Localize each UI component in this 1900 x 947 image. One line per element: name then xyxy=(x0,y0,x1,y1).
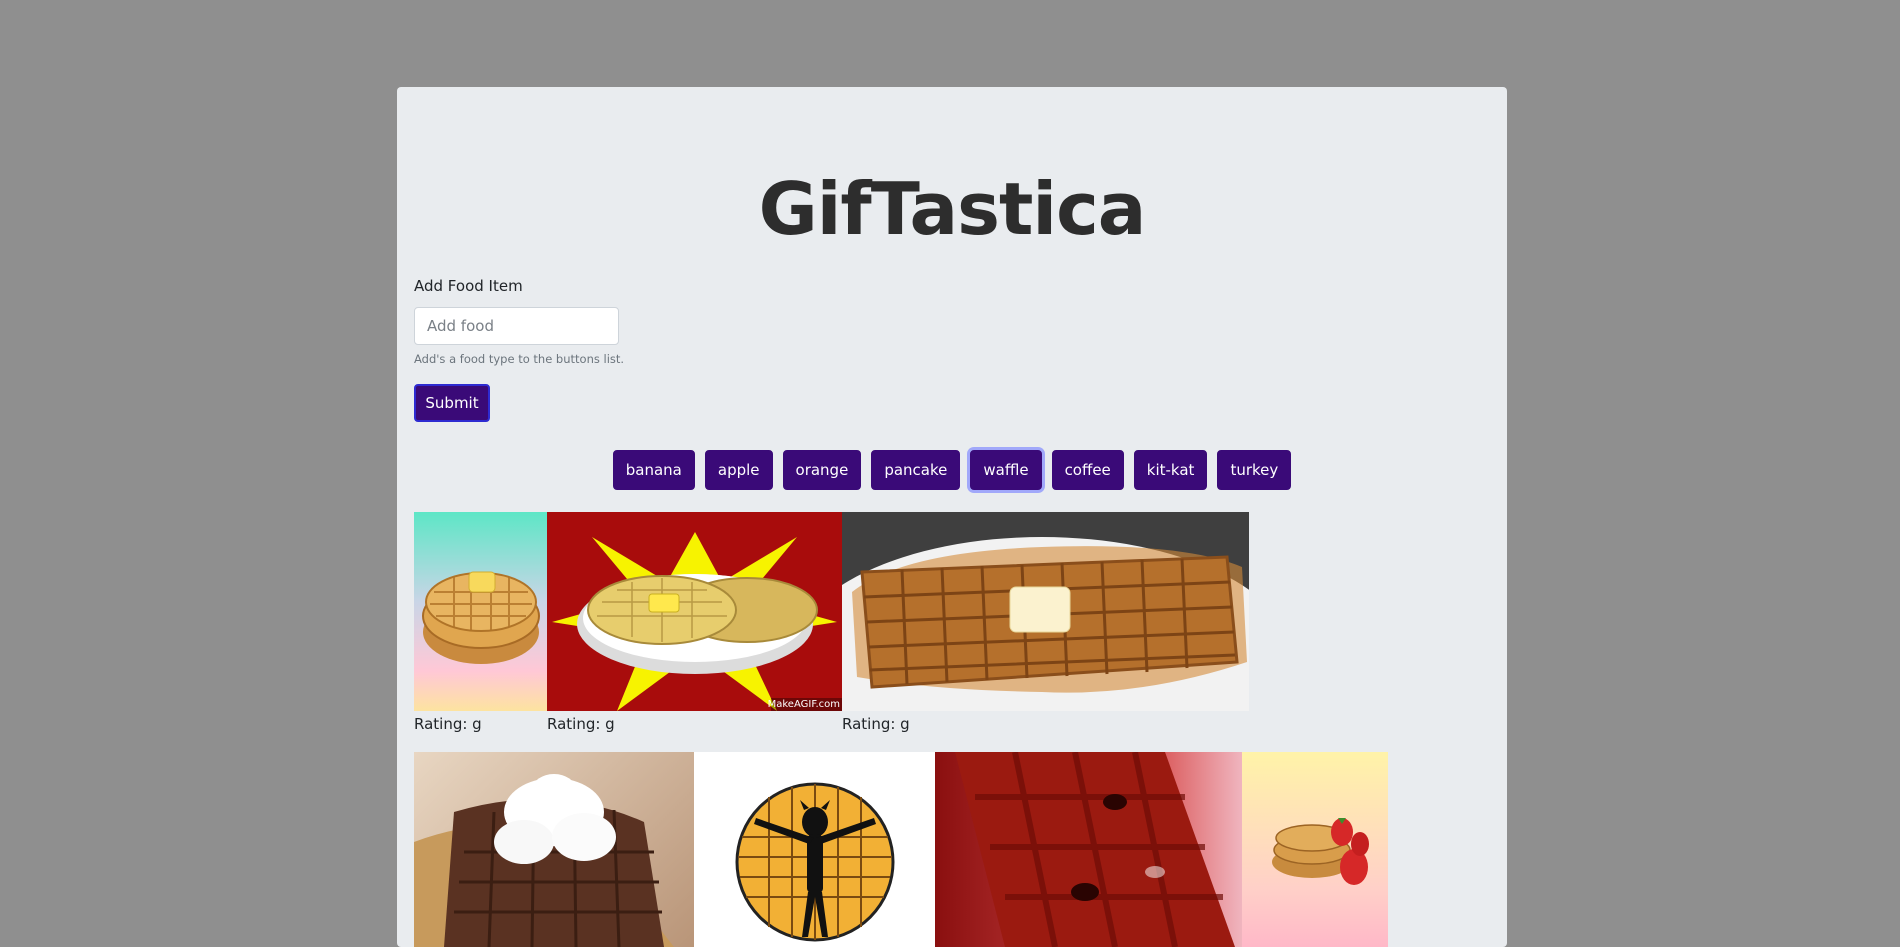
food-button-waffle[interactable]: waffle xyxy=(970,450,1042,490)
food-button-pancake[interactable]: pancake xyxy=(871,450,961,490)
food-button-turkey[interactable]: turkey xyxy=(1217,450,1292,490)
food-button-kit-kat[interactable]: kit-kat xyxy=(1133,450,1208,490)
waffle-stack-icon xyxy=(422,571,540,664)
add-food-input[interactable] xyxy=(414,307,619,345)
waffle-syrup-icon xyxy=(842,537,1249,711)
food-button-coffee[interactable]: coffee xyxy=(1051,450,1124,490)
gif-rating: Rating: g xyxy=(414,715,482,733)
gif-image[interactable] xyxy=(414,512,547,711)
gif-rating: Rating: g xyxy=(547,715,615,733)
food-buttons-list: banana apple orange pancake waffle coffe… xyxy=(397,450,1507,490)
watermark-text: MakeAGIF.com xyxy=(767,699,840,710)
page-title: GifTastica xyxy=(758,167,1147,251)
gif-image[interactable] xyxy=(842,512,1249,711)
food-button-apple[interactable]: apple xyxy=(704,450,773,490)
gif-image[interactable] xyxy=(414,752,694,947)
waffle-strawberries-icon xyxy=(1272,818,1369,885)
add-food-label: Add Food Item xyxy=(414,277,523,295)
cartoon-waffle-figure-icon xyxy=(735,782,895,942)
chocolate-waffle-icon xyxy=(414,774,674,947)
add-food-help-text: Add's a food type to the buttons list. xyxy=(414,352,625,366)
cartoon-waffles-icon xyxy=(552,532,843,711)
submit-button[interactable]: Submit xyxy=(414,384,490,422)
waffle-syrup-closeup-icon xyxy=(955,752,1235,947)
gif-image[interactable] xyxy=(935,752,1243,947)
gif-rating: Rating: g xyxy=(842,715,910,733)
gif-image[interactable]: MakeAGIF.com xyxy=(547,512,843,711)
jumbotron: GifTastica Add Food Item Add's a food ty… xyxy=(397,87,1507,947)
gif-image[interactable] xyxy=(1242,752,1388,947)
gif-image[interactable] xyxy=(694,752,936,947)
food-button-banana[interactable]: banana xyxy=(612,450,695,490)
food-button-orange[interactable]: orange xyxy=(782,450,862,490)
